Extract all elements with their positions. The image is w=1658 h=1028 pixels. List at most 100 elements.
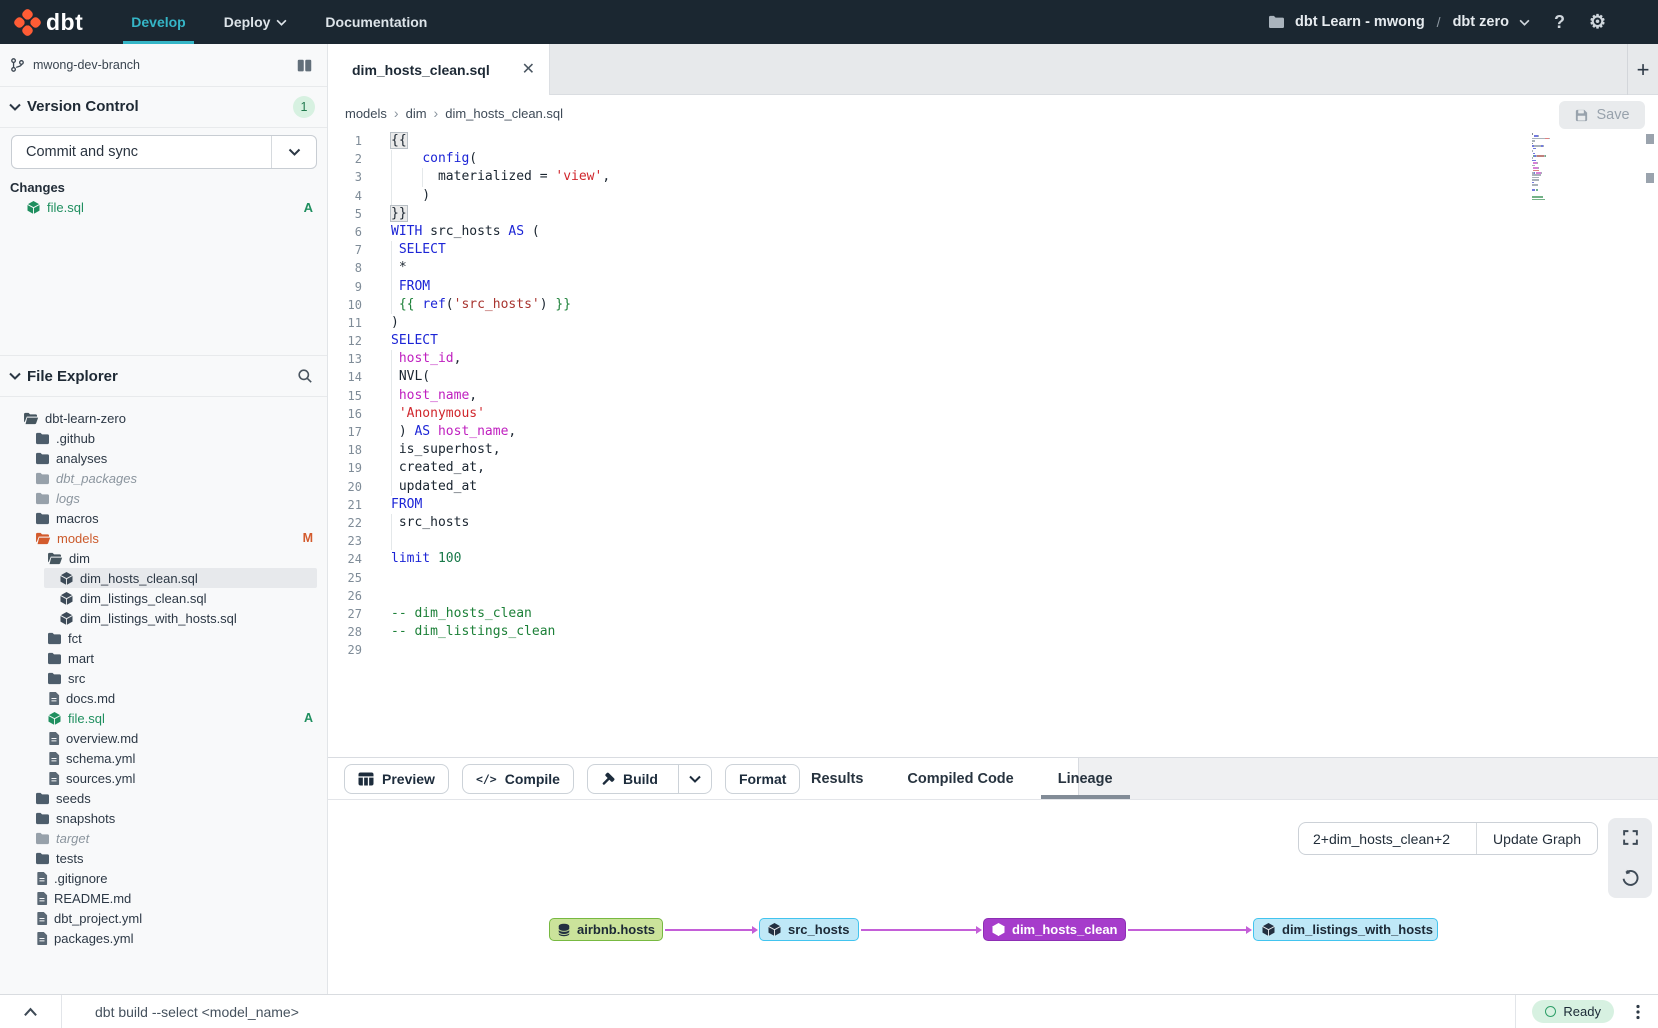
build-button[interactable]: Build — [587, 764, 712, 794]
tab-lineage[interactable]: Lineage — [1053, 758, 1118, 799]
tree-item[interactable]: packages.yml — [0, 928, 327, 948]
gear-icon[interactable]: ⚙ — [1589, 11, 1606, 34]
format-button[interactable]: Format — [725, 764, 800, 794]
tab-results[interactable]: Results — [806, 758, 868, 799]
tree-item[interactable]: fct — [0, 628, 327, 648]
tree-item[interactable]: dim_listings_with_hosts.sql — [0, 608, 327, 628]
nav-documentation[interactable]: Documentation — [325, 0, 427, 44]
tree-item[interactable]: overview.md — [0, 728, 327, 748]
tree-item[interactable]: dim_hosts_clean.sql — [0, 568, 327, 588]
lineage-node[interactable]: dim_listings_with_hosts — [1253, 918, 1438, 941]
minimap[interactable] — [1532, 133, 1566, 209]
tab-compiled-code[interactable]: Compiled Code — [902, 758, 1018, 799]
code-line[interactable]: 27-- dim_hosts_clean — [328, 605, 1658, 623]
account-name[interactable]: dbt Learn - mwong — [1295, 14, 1425, 30]
tree-item[interactable]: sources.yml — [0, 768, 327, 788]
lineage-canvas[interactable]: 2+dim_hosts_clean+2 Update Graph airbnb.… — [328, 800, 1658, 994]
scrollbar-mark[interactable] — [1646, 173, 1654, 183]
commit-and-sync-button[interactable]: Commit and sync — [11, 135, 317, 169]
nav-deploy[interactable]: Deploy — [224, 0, 288, 44]
project-selector[interactable]: dbt zero — [1453, 14, 1509, 30]
code-line[interactable]: 9 FROM — [328, 278, 1658, 296]
tree-item[interactable]: docs.md — [0, 688, 327, 708]
code-line[interactable]: 12SELECT — [328, 332, 1658, 350]
code-line[interactable]: 13 host_id, — [328, 350, 1658, 368]
lineage-node[interactable]: src_hosts — [759, 918, 859, 941]
file-explorer-header[interactable]: File Explorer — [0, 355, 327, 397]
code-line[interactable]: 10 {{ ref('src_hosts') }} — [328, 296, 1658, 314]
tree-item[interactable]: snapshots — [0, 808, 327, 828]
code-editor[interactable]: 1{{2 config(3 materialized = 'view',4 )5… — [328, 131, 1658, 757]
tree-item[interactable]: schema.yml — [0, 748, 327, 768]
commit-options-chevron[interactable] — [271, 136, 316, 168]
code-line[interactable]: 15 host_name, — [328, 387, 1658, 405]
tree-item[interactable]: README.md — [0, 888, 327, 908]
close-icon[interactable]: ✕ — [522, 62, 535, 78]
tree-item[interactable]: .github — [0, 428, 327, 448]
code-line[interactable]: 24limit 100 — [328, 550, 1658, 568]
lineage-node[interactable]: airbnb.hosts — [549, 918, 663, 941]
command-input[interactable]: dbt build --select <model_name> — [95, 1004, 1515, 1020]
nav-develop[interactable]: Develop — [131, 0, 185, 44]
dbt-logo[interactable]: dbt — [14, 9, 83, 36]
branch-row[interactable]: mwong-dev-branch — [0, 44, 327, 87]
tree-item[interactable]: tests — [0, 848, 327, 868]
code-line[interactable]: 2 config( — [328, 150, 1658, 168]
tree-item[interactable]: dbt-learn-zero — [0, 408, 327, 428]
tree-item[interactable]: logs — [0, 488, 327, 508]
tree-item[interactable]: modelsM — [0, 528, 327, 548]
code-line[interactable]: 26 — [328, 587, 1658, 605]
chevron-down-icon[interactable] — [1519, 19, 1530, 26]
code-line[interactable]: 23 — [328, 532, 1658, 550]
code-line[interactable]: 21FROM — [328, 496, 1658, 514]
new-tab-button[interactable]: + — [1627, 44, 1658, 95]
tree-item[interactable]: file.sqlA — [0, 708, 327, 728]
update-graph-button[interactable]: Update Graph — [1476, 823, 1597, 854]
tree-item[interactable]: macros — [0, 508, 327, 528]
editor-tab[interactable]: dim_hosts_clean.sql ✕ — [328, 44, 550, 95]
reset-icon[interactable] — [1621, 869, 1639, 887]
breadcrumb-dim[interactable]: dim — [406, 106, 427, 121]
tree-item[interactable]: dim — [0, 548, 327, 568]
compile-button[interactable]: </> Compile — [462, 764, 574, 794]
changed-file-row[interactable]: file.sql A — [0, 196, 327, 218]
tree-item[interactable]: .gitignore — [0, 868, 327, 888]
tree-item[interactable]: dbt_project.yml — [0, 908, 327, 928]
build-options-chevron[interactable] — [678, 765, 711, 793]
code-line[interactable]: 22 src_hosts — [328, 514, 1658, 532]
tree-item[interactable]: src — [0, 668, 327, 688]
breadcrumb-models[interactable]: models — [345, 106, 387, 121]
split-view-icon[interactable] — [296, 58, 313, 73]
code-line[interactable]: 17 ) AS host_name, — [328, 423, 1658, 441]
save-button[interactable]: Save — [1559, 101, 1645, 129]
tree-item[interactable]: analyses — [0, 448, 327, 468]
code-line[interactable]: 3 materialized = 'view', — [328, 168, 1658, 186]
code-line[interactable]: 28-- dim_listings_clean — [328, 623, 1658, 641]
kebab-menu-icon[interactable] — [1636, 1004, 1640, 1020]
code-line[interactable]: 7 SELECT — [328, 241, 1658, 259]
code-line[interactable]: 25 — [328, 569, 1658, 587]
tree-item[interactable]: target — [0, 828, 327, 848]
version-control-header[interactable]: Version Control 1 — [0, 86, 327, 128]
tree-item[interactable]: seeds — [0, 788, 327, 808]
lineage-node[interactable]: dim_hosts_clean — [983, 918, 1126, 941]
tree-item[interactable]: dbt_packages — [0, 468, 327, 488]
code-line[interactable]: 19 created_at, — [328, 459, 1658, 477]
code-line[interactable]: 1{{ — [328, 132, 1658, 150]
fullscreen-icon[interactable] — [1622, 829, 1639, 846]
code-line[interactable]: 29 — [328, 641, 1658, 659]
code-line[interactable]: 11) — [328, 314, 1658, 332]
code-line[interactable]: 20 updated_at — [328, 478, 1658, 496]
code-line[interactable]: 4 ) — [328, 187, 1658, 205]
code-line[interactable]: 8 * — [328, 259, 1658, 277]
code-line[interactable]: 5}} — [328, 205, 1658, 223]
lineage-selector-input[interactable]: 2+dim_hosts_clean+2 — [1313, 831, 1476, 847]
scrollbar-mark[interactable] — [1646, 134, 1654, 144]
code-line[interactable]: 16 'Anonymous' — [328, 405, 1658, 423]
tree-item[interactable]: mart — [0, 648, 327, 668]
question-icon[interactable]: ? — [1554, 12, 1565, 33]
code-line[interactable]: 18 is_superhost, — [328, 441, 1658, 459]
search-icon[interactable] — [297, 368, 313, 384]
tree-item[interactable]: dim_listings_clean.sql — [0, 588, 327, 608]
preview-button[interactable]: Preview — [344, 764, 449, 794]
